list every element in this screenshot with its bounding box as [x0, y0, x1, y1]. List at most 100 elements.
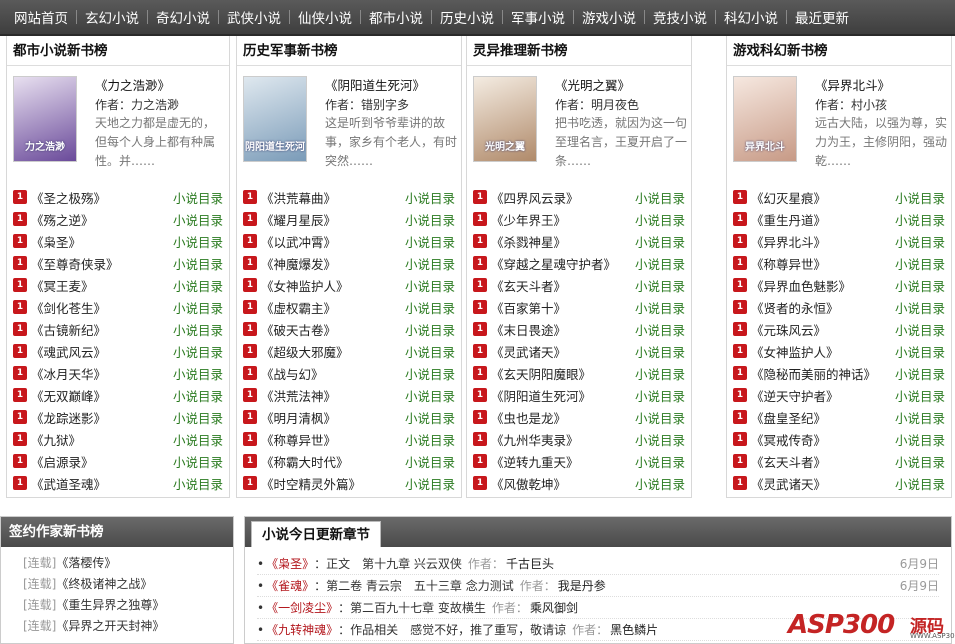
- book-title-link[interactable]: 《冥戒传奇》: [751, 430, 895, 449]
- book-title-link[interactable]: 《武道圣魂》: [31, 474, 173, 493]
- catalog-link[interactable]: 小说目录: [635, 386, 685, 405]
- chapter-link[interactable]: ：第二百九十七章 变故横生: [338, 597, 486, 618]
- catalog-link[interactable]: 小说目录: [635, 254, 685, 273]
- catalog-link[interactable]: 小说目录: [405, 386, 455, 405]
- book-title-link[interactable]: 《虫也是龙》: [491, 408, 635, 427]
- book-title-link[interactable]: 《洪荒幕曲》: [261, 188, 405, 207]
- book-title-link[interactable]: 《元珠风云》: [751, 320, 895, 339]
- book-title-link[interactable]: 《玄天斗者》: [751, 452, 895, 471]
- book-title-link[interactable]: 《逆转九重天》: [491, 452, 635, 471]
- nav-item[interactable]: 网站首页: [6, 7, 76, 27]
- catalog-link[interactable]: 小说目录: [635, 430, 685, 449]
- catalog-link[interactable]: 小说目录: [173, 430, 223, 449]
- book-title-link[interactable]: 《称霸大时代》: [261, 452, 405, 471]
- book-title-link[interactable]: 《神魔爆发》: [261, 254, 405, 273]
- catalog-link[interactable]: 小说目录: [405, 298, 455, 317]
- book-title-link[interactable]: 《灵武诸天》: [491, 342, 635, 361]
- nav-item[interactable]: 军事小说: [503, 7, 573, 27]
- book-cover-image[interactable]: 异界北斗: [733, 76, 797, 162]
- book-title-link[interactable]: 《至尊奇侠录》: [31, 254, 173, 273]
- catalog-link[interactable]: 小说目录: [635, 408, 685, 427]
- book-title-link[interactable]: 《百家第十》: [491, 298, 635, 317]
- book-title-link[interactable]: 《九州华夷录》: [491, 430, 635, 449]
- catalog-link[interactable]: 小说目录: [405, 408, 455, 427]
- book-title-link[interactable]: 《重生丹道》: [751, 210, 895, 229]
- catalog-link[interactable]: 小说目录: [895, 364, 945, 383]
- chapter-link[interactable]: ：第二卷 青云宗 五十三章 念力测试: [314, 575, 514, 596]
- nav-item[interactable]: 竞技小说: [645, 7, 715, 27]
- book-title-link[interactable]: 《圣之极殇》: [31, 188, 173, 207]
- catalog-link[interactable]: 小说目录: [173, 298, 223, 317]
- book-title-link[interactable]: 《枭圣》: [266, 553, 314, 574]
- catalog-link[interactable]: 小说目录: [635, 342, 685, 361]
- book-title-link[interactable]: 《少年界王》: [491, 210, 635, 229]
- book-title-link[interactable]: 《无双巅峰》: [31, 386, 173, 405]
- catalog-link[interactable]: 小说目录: [635, 474, 685, 493]
- book-title-link[interactable]: 《幻灭星痕》: [751, 188, 895, 207]
- book-title-link[interactable]: 《破天古卷》: [261, 320, 405, 339]
- nav-item[interactable]: 最近更新: [787, 7, 857, 27]
- book-title-link[interactable]: 《玄天斗者》: [491, 276, 635, 295]
- nav-item[interactable]: 都市小说: [361, 7, 431, 27]
- book-title-link[interactable]: 《落樱传》: [56, 556, 116, 570]
- book-title-link[interactable]: 《剑化苍生》: [31, 298, 173, 317]
- catalog-link[interactable]: 小说目录: [405, 430, 455, 449]
- catalog-link[interactable]: 小说目录: [405, 364, 455, 383]
- book-title-link[interactable]: 《冥王麦》: [31, 276, 173, 295]
- catalog-link[interactable]: 小说目录: [173, 188, 223, 207]
- book-title-link[interactable]: 《冰月天华》: [31, 364, 173, 383]
- catalog-link[interactable]: 小说目录: [635, 320, 685, 339]
- catalog-link[interactable]: 小说目录: [895, 474, 945, 493]
- catalog-link[interactable]: 小说目录: [895, 452, 945, 471]
- catalog-link[interactable]: 小说目录: [173, 254, 223, 273]
- catalog-link[interactable]: 小说目录: [895, 232, 945, 251]
- book-title-link[interactable]: 《异界之开天封神》: [56, 619, 164, 633]
- book-title-link[interactable]: 《异界血色魅影》: [751, 276, 895, 295]
- catalog-link[interactable]: 小说目录: [895, 298, 945, 317]
- catalog-link[interactable]: 小说目录: [405, 210, 455, 229]
- catalog-link[interactable]: 小说目录: [405, 276, 455, 295]
- catalog-link[interactable]: 小说目录: [895, 430, 945, 449]
- catalog-link[interactable]: 小说目录: [895, 320, 945, 339]
- book-cover-image[interactable]: 光明之翼: [473, 76, 537, 162]
- catalog-link[interactable]: 小说目录: [173, 452, 223, 471]
- nav-item[interactable]: 历史小说: [432, 7, 502, 27]
- catalog-link[interactable]: 小说目录: [405, 342, 455, 361]
- chapter-link[interactable]: ：作品相关 感觉不好，推了重写，敬请谅: [338, 619, 566, 640]
- catalog-link[interactable]: 小说目录: [405, 320, 455, 339]
- catalog-link[interactable]: 小说目录: [405, 474, 455, 493]
- featured-title[interactable]: 《光明之翼》: [555, 76, 687, 96]
- book-title-link[interactable]: 《启源录》: [31, 452, 173, 471]
- book-title-link[interactable]: 《玄天阴阳魔眼》: [491, 364, 635, 383]
- book-title-link[interactable]: 《九转神魂》: [266, 619, 338, 640]
- catalog-link[interactable]: 小说目录: [895, 408, 945, 427]
- book-title-link[interactable]: 《逆天守护者》: [751, 386, 895, 405]
- book-title-link[interactable]: 《雀魂》: [266, 575, 314, 596]
- nav-item[interactable]: 玄幻小说: [77, 7, 147, 27]
- catalog-link[interactable]: 小说目录: [173, 386, 223, 405]
- featured-title[interactable]: 《异界北斗》: [815, 76, 947, 96]
- catalog-link[interactable]: 小说目录: [173, 474, 223, 493]
- nav-item[interactable]: 奇幻小说: [148, 7, 218, 27]
- book-title-link[interactable]: 《风傲乾坤》: [491, 474, 635, 493]
- nav-item[interactable]: 游戏小说: [574, 7, 644, 27]
- catalog-link[interactable]: 小说目录: [173, 276, 223, 295]
- book-title-link[interactable]: 《殇之逆》: [31, 210, 173, 229]
- catalog-link[interactable]: 小说目录: [635, 298, 685, 317]
- catalog-link[interactable]: 小说目录: [405, 188, 455, 207]
- catalog-link[interactable]: 小说目录: [173, 364, 223, 383]
- book-title-link[interactable]: 《灵武诸天》: [751, 474, 895, 493]
- catalog-link[interactable]: 小说目录: [173, 232, 223, 251]
- catalog-link[interactable]: 小说目录: [173, 342, 223, 361]
- nav-item[interactable]: 仙侠小说: [290, 7, 360, 27]
- catalog-link[interactable]: 小说目录: [895, 188, 945, 207]
- book-title-link[interactable]: 《贤者的永恒》: [751, 298, 895, 317]
- catalog-link[interactable]: 小说目录: [405, 452, 455, 471]
- book-title-link[interactable]: 《龙踪迷影》: [31, 408, 173, 427]
- catalog-link[interactable]: 小说目录: [173, 210, 223, 229]
- book-title-link[interactable]: 《一剑凌尘》: [266, 597, 338, 618]
- catalog-link[interactable]: 小说目录: [635, 188, 685, 207]
- catalog-link[interactable]: 小说目录: [635, 364, 685, 383]
- book-title-link[interactable]: 《明月清枫》: [261, 408, 405, 427]
- nav-item[interactable]: 武侠小说: [219, 7, 289, 27]
